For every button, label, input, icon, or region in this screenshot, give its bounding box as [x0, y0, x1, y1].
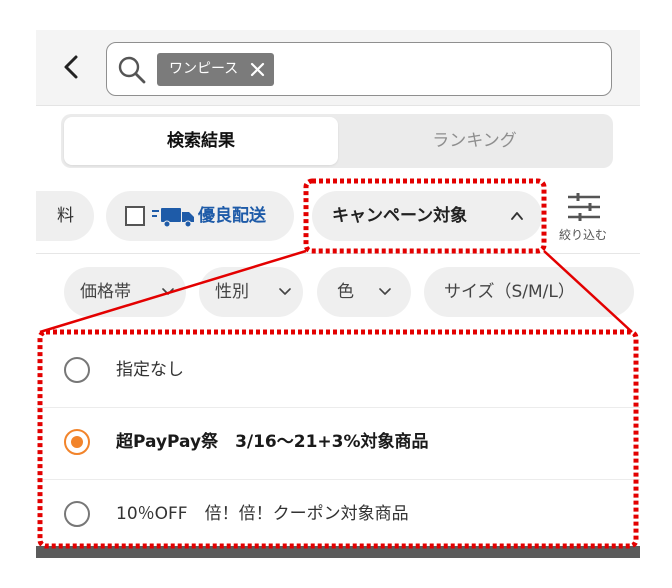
tab-ranking[interactable]: ランキング — [339, 117, 610, 165]
filter-pill-color-label: 色 — [337, 282, 354, 302]
refine-button-label[interactable]: 絞り込む — [551, 226, 615, 243]
campaign-option-coupon-label: 10％OFF 倍！倍！クーポン対象商品 — [116, 504, 409, 524]
back-arrow-icon[interactable] — [60, 54, 82, 80]
campaign-filter-label: キャンペーン対象 — [332, 206, 468, 226]
search-input[interactable]: ワンピース — [106, 42, 612, 96]
bottom-strip — [36, 546, 640, 558]
tab-search-results[interactable]: 検索結果 — [64, 117, 338, 165]
chevron-down-icon — [279, 288, 291, 295]
campaign-option-coupon[interactable]: 10％OFF 倍！倍！クーポン対象商品 — [36, 480, 640, 552]
filter-pill-size-label: サイズ（S/M/L） — [444, 282, 575, 302]
search-keyword-label: ワンピース — [169, 61, 239, 77]
filter-pill-shipping-label: 料 — [57, 206, 74, 226]
filter-pill-good-delivery[interactable]: 優良配送 — [106, 191, 294, 241]
result-tabs: 検索結果 ランキング — [61, 114, 613, 168]
chevron-down-icon — [379, 288, 391, 295]
close-icon[interactable] — [250, 62, 265, 77]
filter-pill-price[interactable]: 価格帯 — [64, 267, 186, 317]
campaign-option-coupon-radio[interactable] — [64, 501, 90, 527]
filter-row-secondary: 価格帯 性別 色 サイズ（S/M/L） — [36, 256, 640, 328]
campaign-option-none[interactable]: 指定なし — [36, 336, 640, 408]
search-header: ワンピース — [36, 30, 640, 106]
filter-pill-price-label: 価格帯 — [80, 282, 131, 302]
campaign-option-paypay-label: 超PayPay祭 3/16〜21+3%対象商品 — [116, 432, 429, 452]
filter-pill-shipping-partial[interactable]: 料 — [36, 191, 94, 241]
search-keyword-chip[interactable]: ワンピース — [157, 53, 275, 86]
filter-pill-size[interactable]: サイズ（S/M/L） — [424, 267, 634, 317]
filter-pill-campaign[interactable]: キャンペーン対象 — [312, 191, 542, 241]
filter-pill-gender[interactable]: 性別 — [199, 267, 303, 317]
filter-pill-gender-label: 性別 — [215, 282, 249, 302]
app-screen: ワンピース 検索結果 ランキング 料 優良配送 キャンペーン対象 絞り込む 価格… — [36, 30, 640, 558]
campaign-dropdown: 指定なし 超PayPay祭 3/16〜21+3%対象商品 10％OFF 倍！倍！… — [36, 336, 640, 558]
good-delivery-checkbox[interactable] — [125, 206, 145, 226]
chevron-down-icon — [162, 288, 174, 295]
sliders-icon[interactable] — [566, 192, 602, 222]
campaign-option-none-label: 指定なし — [116, 360, 184, 380]
chevron-up-icon — [511, 212, 523, 220]
search-icon — [118, 56, 146, 84]
campaign-option-none-radio[interactable] — [64, 357, 90, 383]
campaign-option-paypay[interactable]: 超PayPay祭 3/16〜21+3%対象商品 — [36, 408, 640, 480]
truck-icon — [152, 208, 194, 228]
filter-pill-color[interactable]: 色 — [317, 267, 411, 317]
good-delivery-label: 優良配送 — [198, 206, 266, 226]
campaign-option-paypay-radio[interactable] — [64, 429, 90, 455]
filter-row-primary: 料 優良配送 キャンペーン対象 絞り込む — [36, 178, 640, 254]
